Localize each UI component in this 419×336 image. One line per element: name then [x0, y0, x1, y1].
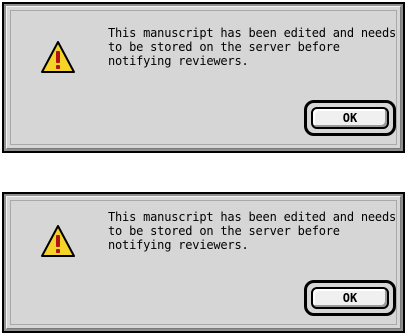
ok-button[interactable]: OK: [311, 287, 389, 309]
default-button-ring: OK: [304, 100, 396, 136]
alert-message: This manuscript has been edited and need…: [108, 210, 397, 252]
alert-message: This manuscript has been edited and need…: [108, 26, 397, 68]
alert-dialog: This manuscript has been edited and need…: [2, 192, 405, 333]
warning-icon: [41, 225, 75, 257]
ok-button[interactable]: OK: [311, 107, 389, 129]
alert-dialog: This manuscript has been edited and need…: [2, 2, 405, 153]
warning-icon: [41, 41, 75, 73]
default-button-ring: OK: [304, 280, 396, 316]
